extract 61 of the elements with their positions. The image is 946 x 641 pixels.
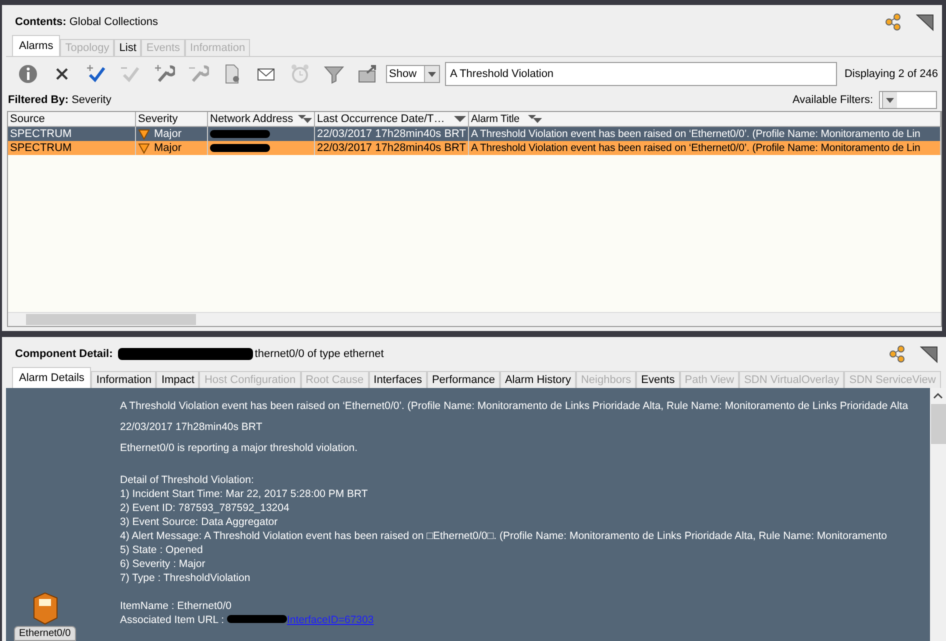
warning-triangle-icon bbox=[138, 142, 150, 154]
sort-icon bbox=[298, 114, 312, 124]
displaying-count: Displaying 2 of 246 bbox=[844, 68, 938, 80]
detail-text: Ethernet0/0 is reporting a major threshold violation. bbox=[120, 441, 359, 456]
tab[interactable]: Events bbox=[636, 371, 680, 388]
tab[interactable]: Performance bbox=[426, 371, 500, 388]
tab[interactable]: Alarm History bbox=[500, 371, 576, 388]
horizontal-scrollbar[interactable] bbox=[8, 312, 941, 326]
filtered-by-value: Severity bbox=[72, 94, 112, 106]
tab[interactable]: List bbox=[114, 39, 142, 56]
contents-title: Global Collections bbox=[69, 16, 158, 28]
redaction-mark bbox=[227, 615, 287, 623]
detail-text: 3) Event Source: Data Aggregator bbox=[120, 515, 279, 529]
detail-text: 1) Incident Start Time: Mar 22, 2017 5:28:00 PM BRT bbox=[120, 487, 369, 501]
detail-text: Associated Item URL : bbox=[120, 614, 224, 626]
column-header[interactable]: Alarm Title bbox=[469, 112, 941, 127]
share-icon[interactable] bbox=[888, 345, 906, 363]
show-dropdown[interactable]: Show bbox=[386, 65, 440, 83]
corner-triangle-icon[interactable] bbox=[920, 345, 938, 363]
column-header[interactable]: Severity bbox=[136, 112, 208, 127]
table-cell: Major bbox=[136, 141, 208, 155]
detail-text: 2) Event ID: 787593_787592_13204 bbox=[120, 501, 290, 515]
table-row[interactable]: SPECTRUM Major 22/03/2017 17h28min40s BRT A Threshold Violation event has been raised on ‘Ethernet0/0’. (Profile Name: Monitoramento de Lin bbox=[8, 141, 941, 155]
scroll-up-icon[interactable] bbox=[933, 392, 943, 400]
redaction-mark bbox=[210, 130, 270, 138]
component-detail-label: Component Detail: bbox=[15, 348, 113, 360]
table-cell: SPECTRUM bbox=[8, 141, 136, 155]
sort-down-icon bbox=[454, 115, 466, 123]
detail-text: 6) Severity : Major bbox=[120, 557, 206, 571]
column-header[interactable]: Network Address bbox=[208, 112, 315, 127]
detail-text: A Threshold Violation event has been raised on ‘Ethernet0/0’. (Profile Name: Monitoramento de Links Prioridade Alta, Rule Name: Monitoramento de Links Prioridade Alta bbox=[120, 399, 910, 414]
contents-label: Contents: bbox=[15, 16, 66, 28]
table-row[interactable]: SPECTRUM Major 22/03/2017 17h28min40s BRT A Threshold Violation event has been raised on ‘Ethernet0/0’. (Profile Name: Monitoramento de Lin bbox=[8, 127, 941, 141]
filtered-by-label: Filtered By: bbox=[8, 94, 69, 106]
detail-text: ItemName : Ethernet0/0 bbox=[120, 599, 232, 613]
component-detail-title: thernet0/0 of type ethernet bbox=[254, 348, 384, 360]
available-filters-label: Available Filters: bbox=[792, 94, 873, 106]
detail-text: 22/03/2017 17h28min40s BRT bbox=[120, 420, 264, 435]
warning-triangle-icon bbox=[138, 128, 150, 140]
column-header[interactable]: Source bbox=[8, 112, 136, 127]
share-icon[interactable] bbox=[884, 13, 902, 31]
detail-text: 7) Type : ThresholdViolation bbox=[120, 571, 252, 585]
table-cell: A Threshold Violation event has been raised on ‘Ethernet0/0’. (Profile Name: Monitoramento de Lin bbox=[469, 141, 941, 155]
tab[interactable]: Alarms bbox=[12, 35, 60, 56]
tab[interactable]: Interfaces bbox=[368, 371, 427, 388]
corner-triangle-icon[interactable] bbox=[916, 13, 934, 31]
filter-field[interactable]: A Threshold Violation bbox=[445, 62, 838, 86]
available-filters-dropdown[interactable] bbox=[879, 91, 937, 109]
vertical-scrollbar[interactable] bbox=[930, 388, 946, 641]
tab[interactable]: Impact bbox=[156, 371, 200, 388]
detail-text: 5) State : Opened bbox=[120, 543, 204, 557]
sort-icon bbox=[528, 114, 542, 124]
redaction-mark bbox=[210, 144, 270, 152]
device-label[interactable]: Ethernet0/0 bbox=[14, 626, 76, 641]
detail-text: Detail of Threshold Violation: bbox=[120, 473, 255, 487]
table-cell: 22/03/2017 17h28min40s BRT bbox=[315, 141, 469, 155]
scrollbar-thumb[interactable] bbox=[930, 404, 946, 444]
column-header[interactable]: Last Occurrence Date/T… bbox=[315, 112, 469, 127]
tab[interactable]: Alarm Details bbox=[12, 367, 92, 388]
detail-text: 4) Alert Message: A Threshold Violation event has been raised on □Ethernet0/0□. (Profile Name: Monitoramento de Links Prioridade Alta, Rule Name: Monitoramento bbox=[120, 529, 888, 543]
tab[interactable]: Information bbox=[91, 371, 156, 388]
